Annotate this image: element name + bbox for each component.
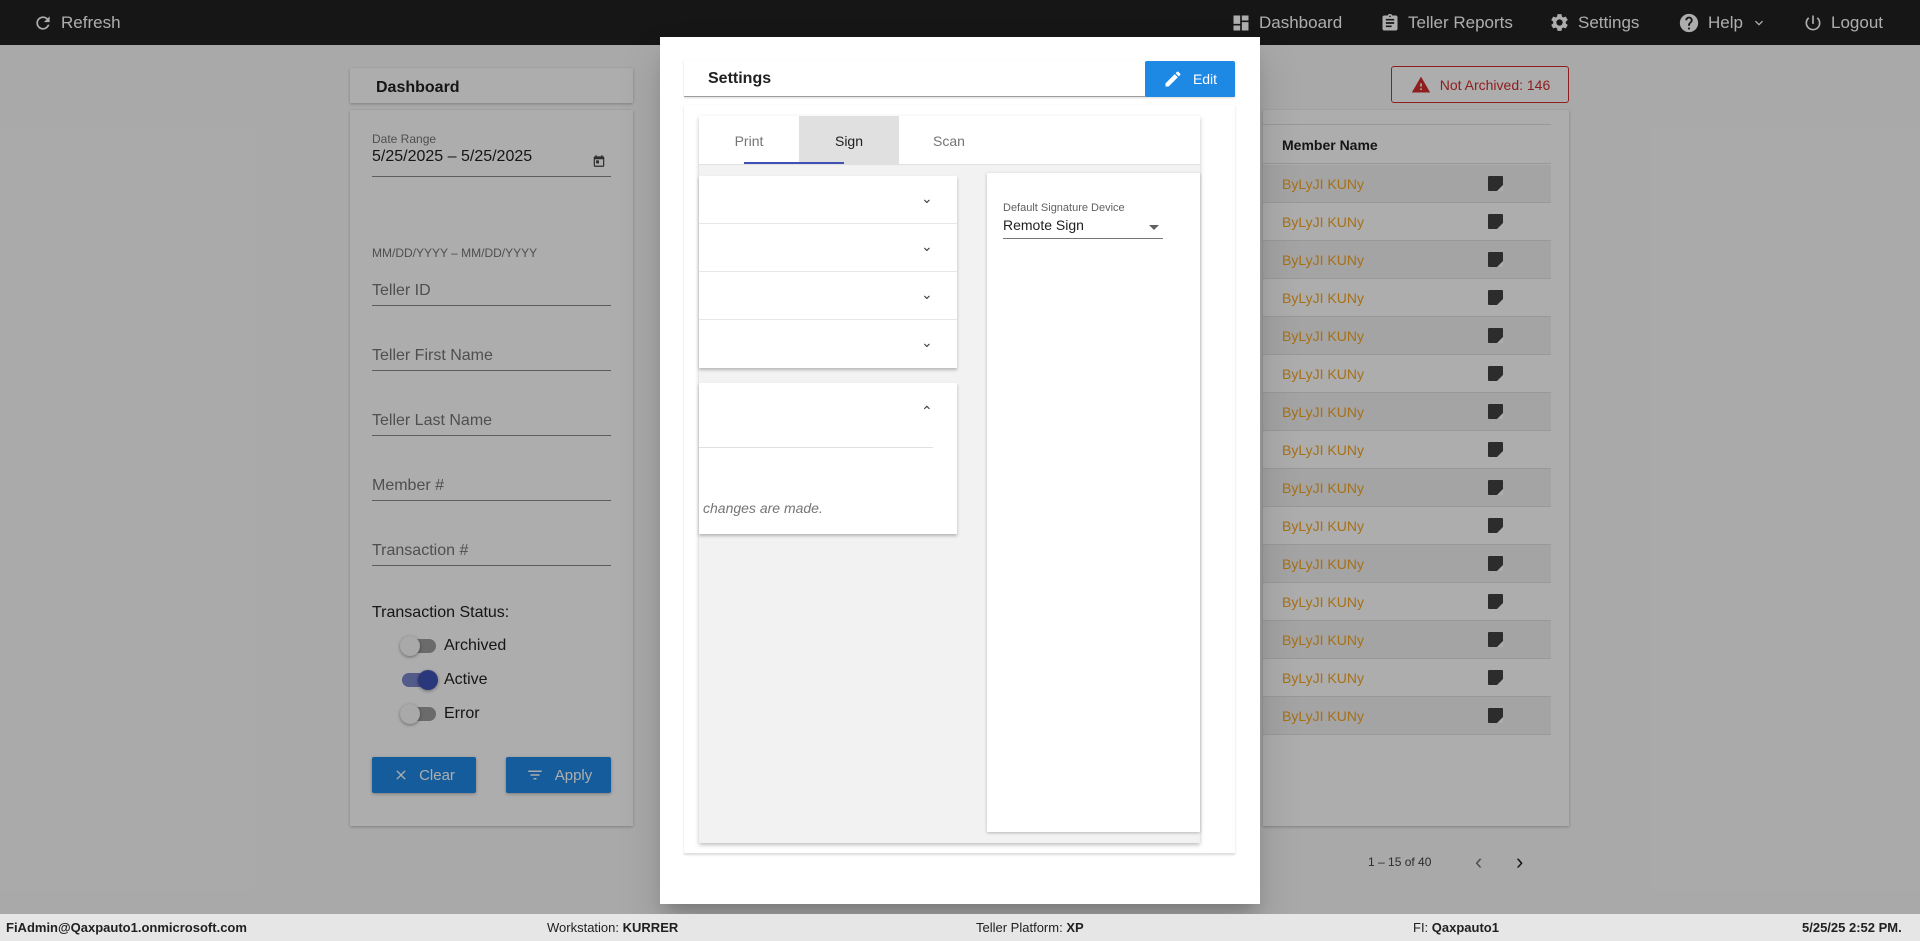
footer-datetime-value: 5/25/25 2:52 PM. <box>1802 920 1902 935</box>
footer-user: FiAdmin@Qaxpauto1.onmicrosoft.com <box>6 920 247 935</box>
footer-workstation: Workstation: KURRER <box>547 920 678 935</box>
footer-platform: Teller Platform: XP <box>976 920 1084 935</box>
chevron-down-icon: ⌄ <box>921 334 933 350</box>
dropdown-arrow-icon <box>1149 225 1159 230</box>
expansion-row[interactable]: ⌄ <box>699 224 957 272</box>
signature-settings-card: Default Signature Device Remote Sign <box>987 173 1200 832</box>
edit-label: Edit <box>1192 71 1218 87</box>
footer-workstation-label: Workstation: <box>547 920 620 935</box>
expansion-row[interactable]: ⌄ <box>699 320 957 368</box>
tab-bar: Print Sign Scan <box>699 116 1200 165</box>
footer-fi-label: FI: <box>1413 920 1429 935</box>
divider <box>699 447 933 448</box>
status-bar: FiAdmin@Qaxpauto1.onmicrosoft.com Workst… <box>0 914 1920 941</box>
panel-note: changes are made. <box>703 500 823 516</box>
chevron-down-icon: ⌄ <box>921 238 933 254</box>
tab-scan-label: Scan <box>933 132 965 149</box>
chevron-down-icon: ⌄ <box>921 190 933 206</box>
footer-datetime: 5/25/25 2:52 PM. <box>1802 920 1902 935</box>
expansion-row[interactable]: ⌄ <box>699 176 957 224</box>
tab-scan[interactable]: Scan <box>899 116 999 165</box>
footer-fi: FI: Qaxpauto1 <box>1413 920 1499 935</box>
tab-print-label: Print <box>734 132 764 149</box>
active-tab-indicator <box>744 162 844 164</box>
settings-dialog: Settings Edit Print Sign Scan ⌄ ⌄ ⌄ ⌄ ⌃ … <box>660 37 1260 904</box>
tab-sign[interactable]: Sign <box>799 116 899 165</box>
signature-device-label: Default Signature Device <box>1003 202 1125 214</box>
settings-tabs: Print Sign Scan ⌄ ⌄ ⌄ ⌄ ⌃ changes are ma… <box>699 116 1200 843</box>
settings-dialog-title: Settings <box>708 70 772 87</box>
chevron-down-icon: ⌄ <box>921 286 933 302</box>
footer-workstation-value: KURRER <box>622 920 679 935</box>
edit-button[interactable]: Edit <box>1145 61 1235 97</box>
tab-sign-label: Sign <box>834 132 864 149</box>
tab-print[interactable]: Print <box>699 116 799 165</box>
footer-fi-value: Qaxpauto1 <box>1431 920 1499 935</box>
chevron-up-icon: ⌃ <box>921 403 933 419</box>
pencil-icon <box>1165 71 1181 87</box>
collapsed-panels: ⌄ ⌄ ⌄ ⌄ <box>699 176 957 368</box>
expanded-panel: ⌃ changes are made. <box>699 383 957 534</box>
expanded-panel-header[interactable]: ⌃ <box>699 383 957 439</box>
footer-platform-label: Teller Platform: <box>976 920 1063 935</box>
signature-device-value: Remote Sign <box>1003 217 1084 233</box>
footer-platform-value: XP <box>1066 920 1084 935</box>
expansion-row[interactable]: ⌄ <box>699 272 957 320</box>
footer-user-value: FiAdmin@Qaxpauto1.onmicrosoft.com <box>6 920 247 935</box>
signature-device-select[interactable]: Remote Sign <box>1003 217 1163 239</box>
